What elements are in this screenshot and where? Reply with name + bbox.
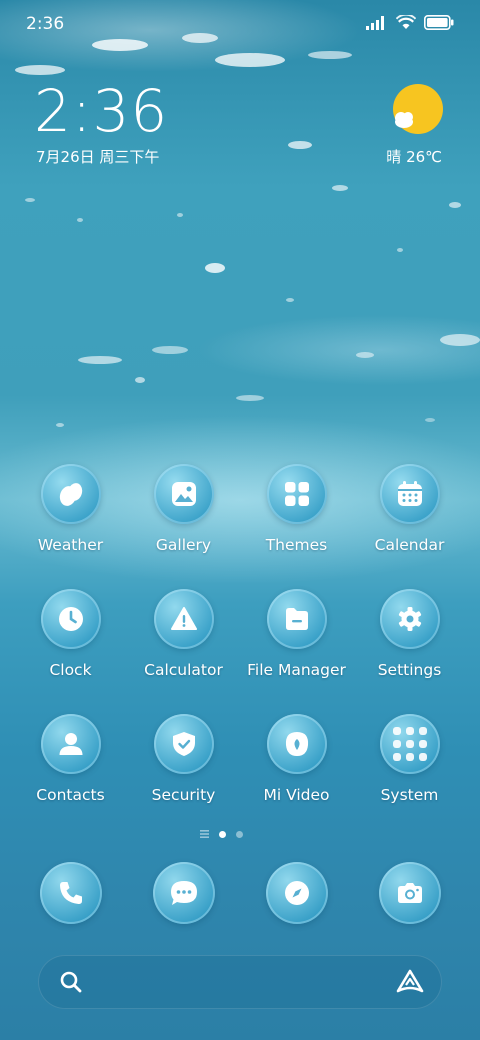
weather-text: 晴 26℃ — [386, 148, 442, 166]
battery-icon — [424, 15, 454, 30]
camera-icon — [397, 883, 422, 903]
folder-icon — [392, 727, 427, 761]
app-row: Contacts Security Mi Video System — [14, 714, 466, 839]
status-bar: 2:36 — [0, 0, 480, 50]
app-themes[interactable]: Themes — [240, 464, 353, 589]
search-bar[interactable] — [38, 955, 442, 1009]
mi-video-icon — [285, 732, 308, 756]
app-label: Clock — [49, 661, 92, 679]
page-indicator[interactable] — [200, 830, 243, 838]
app-label: Calendar — [374, 536, 445, 554]
app-calendar[interactable]: Calendar — [353, 464, 466, 589]
list-icon — [200, 830, 209, 838]
home-date: 7月26日 周三下午 — [36, 148, 160, 166]
app-label: File Manager — [247, 661, 346, 679]
app-grid: Weather Gallery Themes Calendar Clock Ca… — [14, 464, 466, 839]
dock-phone[interactable] — [14, 862, 127, 924]
weather-icon — [59, 483, 82, 506]
app-label: Weather — [37, 536, 104, 554]
dock-camera[interactable] — [353, 862, 466, 924]
status-time: 2:36 — [26, 14, 65, 34]
app-label: Mi Video — [263, 786, 330, 804]
app-label: Gallery — [155, 536, 212, 554]
app-settings[interactable]: Settings — [353, 589, 466, 714]
file-manager-icon — [285, 608, 308, 630]
app-calculator[interactable]: Calculator — [127, 589, 240, 714]
security-icon — [172, 732, 195, 756]
app-clock[interactable]: Clock — [14, 589, 127, 714]
phone-icon — [59, 882, 82, 904]
wifi-icon — [396, 15, 416, 29]
calculator-icon — [170, 607, 197, 630]
dock — [14, 862, 466, 924]
contacts-icon — [59, 733, 82, 755]
app-security[interactable]: Security — [127, 714, 240, 839]
app-label: System — [380, 786, 439, 804]
dock-messages[interactable] — [127, 862, 240, 924]
search-icon — [60, 971, 82, 993]
app-label: Calculator — [144, 661, 223, 679]
calendar-icon — [397, 481, 422, 506]
app-system-folder[interactable]: System — [353, 714, 466, 839]
app-label: Security — [151, 786, 216, 804]
app-row: Clock Calculator File Manager Settings — [14, 589, 466, 714]
browser-icon — [284, 881, 309, 905]
page-dot — [236, 830, 243, 838]
app-row: Weather Gallery Themes Calendar — [14, 464, 466, 589]
app-mi-video[interactable]: Mi Video — [240, 714, 353, 839]
messages-icon — [170, 881, 197, 905]
app-file-manager[interactable]: File Manager — [240, 589, 353, 714]
app-gallery[interactable]: Gallery — [127, 464, 240, 589]
sunny-cloud-icon[interactable] — [392, 84, 444, 136]
assistant-icon[interactable] — [396, 969, 424, 995]
page-dot-active — [219, 830, 226, 838]
settings-icon — [398, 607, 421, 631]
app-label: Contacts — [36, 786, 105, 804]
clock-icon — [58, 607, 83, 631]
app-label: Themes — [265, 536, 328, 554]
themes-icon — [284, 482, 309, 506]
app-label: Settings — [377, 661, 442, 679]
signal-icon — [366, 15, 384, 30]
gallery-icon — [171, 482, 196, 506]
app-contacts[interactable]: Contacts — [14, 714, 127, 839]
dock-browser[interactable] — [240, 862, 353, 924]
app-weather[interactable]: Weather — [14, 464, 127, 589]
home-clock[interactable]: 2:36 — [34, 82, 168, 140]
